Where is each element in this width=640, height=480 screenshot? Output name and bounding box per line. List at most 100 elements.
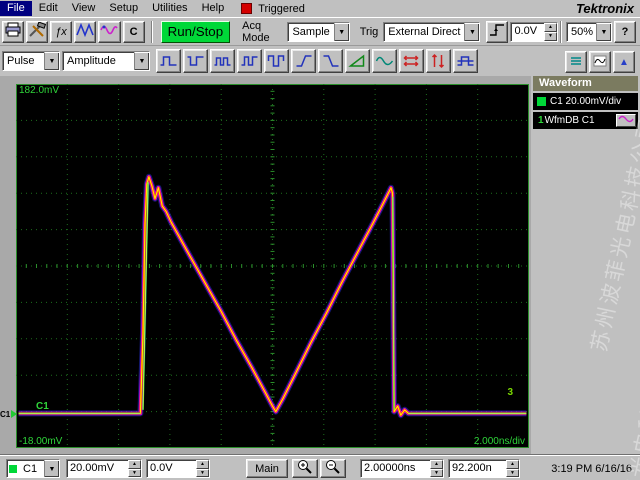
meas-frequency-button[interactable] bbox=[264, 49, 289, 73]
meas-fall-time-button[interactable] bbox=[318, 49, 343, 73]
acq-mode-select[interactable]: Sample ▼ bbox=[287, 21, 350, 42]
measure-type-select[interactable]: Amplitude ▼ bbox=[62, 51, 150, 71]
meas-mean-button[interactable] bbox=[453, 49, 478, 73]
vertical-offset-up-button[interactable]: ▲ bbox=[196, 460, 209, 469]
horizontal-position-up-button[interactable]: ▲ bbox=[506, 460, 519, 469]
timebase-readout: 2.000ns/div bbox=[473, 436, 525, 447]
meas-ramp-button[interactable] bbox=[345, 49, 370, 73]
menu-item-view[interactable]: View bbox=[65, 1, 103, 16]
meas-rise-time-button[interactable] bbox=[291, 49, 316, 73]
clear-button[interactable]: C bbox=[122, 20, 145, 43]
measure-category-select[interactable]: Pulse ▼ bbox=[2, 51, 60, 71]
rising-slope-icon bbox=[488, 22, 506, 41]
vertical-offset-down-button[interactable]: ▼ bbox=[196, 468, 209, 477]
timebase-value: 2.00000ns bbox=[364, 462, 416, 474]
print-button[interactable] bbox=[2, 20, 24, 43]
vertical-offset-value: 0.0V bbox=[150, 462, 173, 474]
trigger-source-dropdown-arrow-icon[interactable]: ▼ bbox=[464, 22, 480, 41]
measure-category-dropdown-arrow-icon[interactable]: ▼ bbox=[44, 52, 59, 70]
vertical-scale-down-button[interactable]: ▼ bbox=[128, 468, 141, 477]
trigger-level-value: 0.0V bbox=[514, 24, 538, 37]
waveform-view-button[interactable] bbox=[589, 51, 611, 73]
acq-mode-value: Sample bbox=[292, 25, 330, 38]
horizontal-main-label: Main bbox=[255, 462, 279, 475]
top-voltage-readout: 182.0mV bbox=[19, 85, 60, 96]
meas-vertical-amplitude-button[interactable] bbox=[426, 49, 451, 73]
channel-select-dropdown-arrow-icon[interactable]: ▼ bbox=[44, 460, 59, 477]
channel-scale-row[interactable]: C1 20.00mV/div bbox=[533, 93, 638, 110]
channel-select[interactable]: C1 ▼ bbox=[6, 459, 60, 478]
display-control-group: ▲ bbox=[565, 51, 637, 73]
meas-horizontal-timing-button[interactable] bbox=[399, 49, 424, 73]
vertical-scale-value: 20.00mV bbox=[70, 462, 115, 474]
vertical-scale-input[interactable]: 20.00mV ▲ ▼ bbox=[66, 459, 142, 478]
trig-label: Trig bbox=[359, 25, 379, 38]
menu-item-help[interactable]: Help bbox=[195, 1, 232, 16]
waveform-panel-title: Waveform bbox=[533, 76, 638, 91]
run-stop-button[interactable]: Run/Stop bbox=[160, 20, 231, 43]
trigger-level-up-button[interactable]: ▲ bbox=[544, 22, 558, 32]
mini-waveform-icon bbox=[593, 54, 607, 71]
menu-item-edit[interactable]: Edit bbox=[32, 1, 65, 16]
measurement-buttons bbox=[156, 49, 480, 73]
run-stop-label: Run/Stop bbox=[167, 24, 224, 39]
meas-period-button[interactable] bbox=[237, 49, 262, 73]
waveform-readout-panel: Waveform C1 20.00mV/div 1 WfmDB C1 bbox=[531, 76, 640, 455]
waveform-trace bbox=[16, 84, 529, 448]
channel-color-swatch-icon bbox=[537, 97, 546, 106]
meas-negative-width-button[interactable] bbox=[183, 49, 208, 73]
display-scale-dropdown-arrow-icon[interactable]: ▼ bbox=[596, 22, 612, 41]
timebase-down-button[interactable]: ▼ bbox=[430, 468, 443, 477]
zoom-in-button[interactable] bbox=[292, 459, 318, 478]
meas-positive-width-button[interactable] bbox=[156, 49, 181, 73]
timebase-up-button[interactable]: ▲ bbox=[430, 460, 443, 469]
timebase-input[interactable]: 2.00000ns ▲ ▼ bbox=[360, 459, 444, 478]
trigger-source-select[interactable]: External Direct ▼ bbox=[383, 21, 481, 42]
marker-button[interactable]: ▲ bbox=[613, 51, 635, 73]
channel-marker-label: C1 bbox=[0, 409, 11, 419]
trigger-level-input[interactable]: 0.0V ▲ ▼ bbox=[510, 21, 559, 42]
acq-mode-dropdown-arrow-icon[interactable]: ▼ bbox=[333, 22, 349, 41]
channel-position-marker[interactable]: C1 bbox=[0, 407, 18, 421]
wfmdb-row[interactable]: 1 WfmDB C1 bbox=[533, 112, 638, 129]
trigger-slope-button[interactable] bbox=[486, 20, 509, 43]
trigger-level-down-button[interactable]: ▼ bbox=[544, 31, 558, 41]
trigger-status-label: Triggered bbox=[258, 2, 305, 15]
vertical-scale-up-button[interactable]: ▲ bbox=[128, 460, 141, 469]
menu-bar: File Edit View Setup Utilities Help Trig… bbox=[0, 0, 640, 17]
channel-select-swatch-icon bbox=[9, 464, 17, 473]
horizontal-position-input[interactable]: 92.200n ▲ ▼ bbox=[448, 459, 520, 478]
tools-button[interactable] bbox=[26, 20, 48, 43]
meas-sine-measure-button[interactable] bbox=[372, 49, 397, 73]
bottom-voltage-readout: -18.00mV bbox=[19, 436, 63, 447]
wfmdb-trace-button[interactable] bbox=[616, 114, 636, 127]
help-button[interactable]: ? bbox=[614, 20, 637, 43]
toolbar-separator-2 bbox=[560, 20, 563, 43]
display-scale-select[interactable]: 50% ▼ bbox=[566, 21, 613, 42]
clock-readout: 3:19 PM 6/16/16 bbox=[551, 463, 632, 475]
math-fx-button[interactable]: ƒx bbox=[50, 20, 72, 43]
meas-burst-width-button[interactable] bbox=[210, 49, 235, 73]
zoom-out-icon bbox=[325, 459, 341, 478]
horizontal-position-down-button[interactable]: ▼ bbox=[506, 468, 519, 477]
zoom-in-icon bbox=[297, 459, 313, 478]
display-area: C1 182.0mV -18.00mV 2.000ns/div 3 C1 Wav… bbox=[0, 76, 640, 455]
menu-item-file[interactable]: File bbox=[0, 1, 32, 16]
display-scale-value: 50% bbox=[571, 25, 594, 38]
blue-triangle-icon: ▲ bbox=[619, 56, 629, 68]
teal-lines-icon bbox=[569, 54, 583, 71]
measure-type-dropdown-arrow-icon[interactable]: ▼ bbox=[134, 52, 149, 70]
main-toolbar: ƒx C Run/Stop Acq Mode Sample ▼ Trig Ext… bbox=[0, 17, 640, 45]
waveform-database-button[interactable] bbox=[98, 20, 121, 43]
waveform-display-button[interactable] bbox=[74, 20, 97, 43]
clear-label: C bbox=[129, 25, 138, 38]
help-icon: ? bbox=[621, 25, 629, 38]
horizontal-main-button[interactable]: Main bbox=[246, 459, 288, 478]
printer-icon bbox=[4, 22, 22, 41]
zoom-out-button[interactable] bbox=[320, 459, 346, 478]
channel-scale-readout: C1 20.00mV/div bbox=[550, 96, 622, 107]
vertical-offset-input[interactable]: 0.0V ▲ ▼ bbox=[146, 459, 210, 478]
menu-item-setup[interactable]: Setup bbox=[102, 1, 145, 16]
cursor-lines-button[interactable] bbox=[565, 51, 587, 73]
menu-item-utilities[interactable]: Utilities bbox=[145, 1, 194, 16]
